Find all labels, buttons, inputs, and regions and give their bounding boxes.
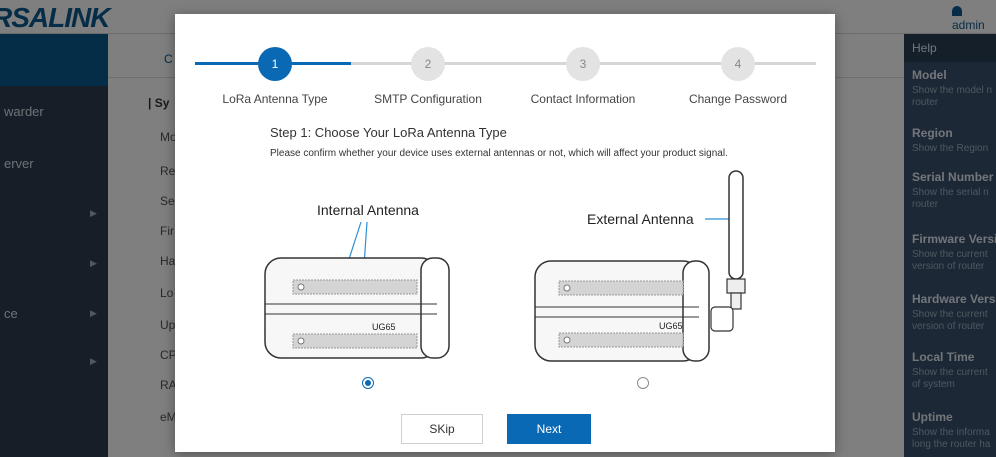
step-3-label: Contact Information — [530, 92, 636, 106]
internal-device-model: UG65 — [372, 322, 396, 332]
step-4-indicator: 4 — [721, 47, 755, 81]
step-4-label: Change Password — [688, 92, 788, 106]
step-1-indicator: 1 — [258, 47, 292, 81]
next-button[interactable]: Next — [507, 414, 591, 444]
step-3-indicator: 3 — [566, 47, 600, 81]
setup-wizard-dialog: 1 2 3 4 LoRa Antenna Type SMTP Configura… — [175, 14, 835, 452]
skip-button[interactable]: SKip — [401, 414, 483, 444]
internal-antenna-radio[interactable] — [362, 377, 374, 389]
external-antenna-device-illustration — [534, 170, 746, 362]
step-description: Please confirm whether your device uses … — [270, 148, 728, 159]
internal-antenna-device-illustration — [264, 221, 450, 359]
step-2-indicator: 2 — [411, 47, 445, 81]
external-device-model: UG65 — [659, 321, 683, 331]
step-heading: Step 1: Choose Your LoRa Antenna Type — [270, 125, 507, 140]
step-1-label: LoRa Antenna Type — [222, 92, 328, 106]
external-antenna-radio[interactable] — [637, 377, 649, 389]
step-2-label: SMTP Configuration — [374, 92, 482, 106]
